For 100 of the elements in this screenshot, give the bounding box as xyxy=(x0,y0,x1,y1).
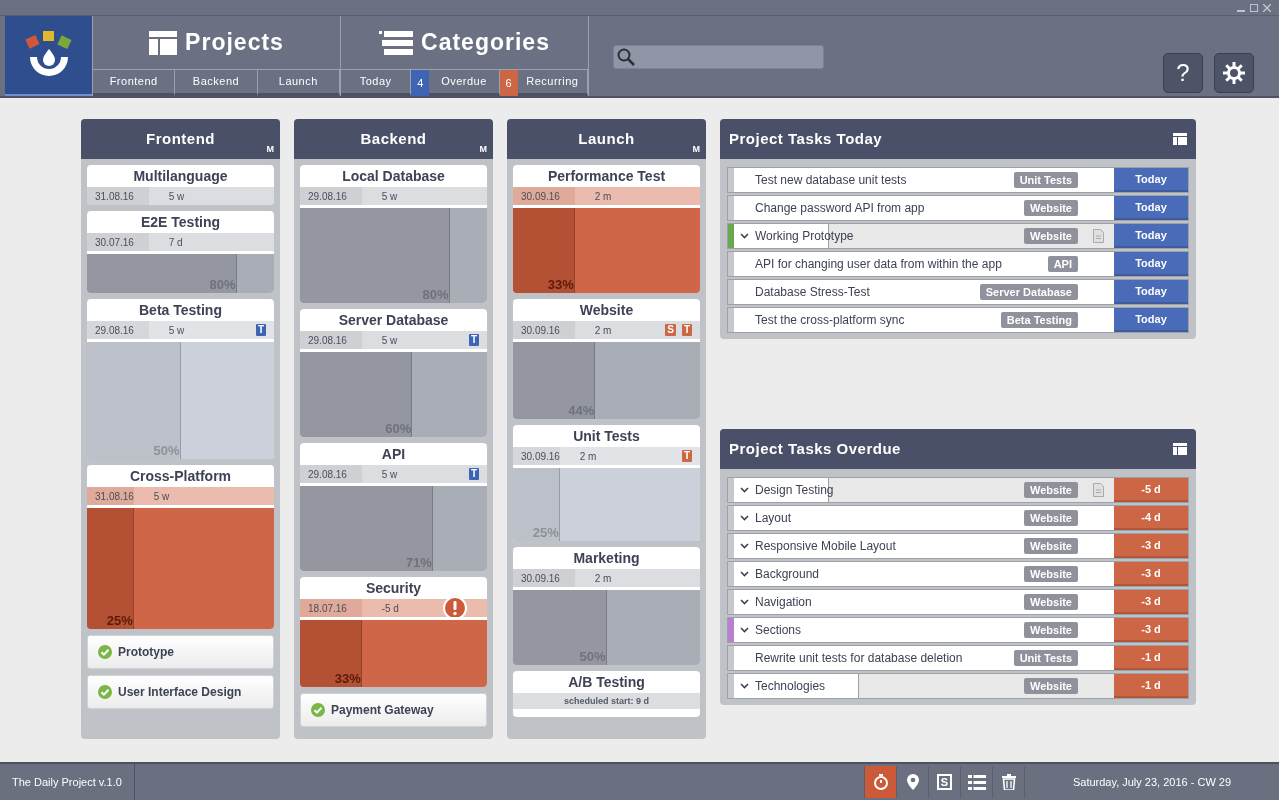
chevron-down-icon[interactable] xyxy=(740,627,749,633)
version-label: The Daily Project v.1.0 xyxy=(0,764,135,800)
toolbar-button[interactable] xyxy=(864,766,896,798)
chevron-down-icon[interactable] xyxy=(740,543,749,549)
duration: 7 d xyxy=(168,235,183,250)
search-field[interactable] xyxy=(613,45,824,69)
task-color-strip xyxy=(728,196,734,220)
task-row[interactable]: Change password API from app Website Today xyxy=(727,195,1189,221)
table-icon xyxy=(149,30,178,55)
due-date: 29.08.16 xyxy=(308,333,347,348)
location-pin-icon xyxy=(905,774,920,790)
project-title: Performance Test xyxy=(546,167,667,186)
due-date: 30.09.16 xyxy=(521,189,560,204)
task-row[interactable]: Test new database unit tests Unit Tests Today xyxy=(727,167,1189,193)
chevron-down-icon[interactable] xyxy=(740,683,749,689)
project-card[interactable]: Performance Test 30.09.16 2 m 33% xyxy=(513,165,700,293)
progress-percent: 25% xyxy=(106,613,134,629)
due-cell: Today xyxy=(1114,224,1188,248)
project-card[interactable]: Security 18.07.16 -5 d 33% xyxy=(300,577,487,687)
flag-badge: T xyxy=(468,468,479,480)
task-row[interactable]: Responsive Mobile Layout Website -3 d xyxy=(727,533,1189,559)
flag-badge: T xyxy=(468,334,479,346)
task-color-strip xyxy=(728,168,734,192)
task-color-strip xyxy=(728,252,734,276)
project-card[interactable]: Cross-Platform 31.08.16 5 w 25% xyxy=(87,465,274,629)
task-row[interactable]: Rewrite unit tests for database deletion Unit Tests -1 d xyxy=(727,645,1189,671)
due-cell: -3 d xyxy=(1114,534,1188,558)
chevron-down-icon[interactable] xyxy=(740,487,749,493)
app-logo[interactable] xyxy=(5,16,92,96)
task-row[interactable]: Technologies Website -1 d xyxy=(727,673,1189,699)
toolbar-button[interactable]: S xyxy=(928,766,960,798)
task-title: Test new database unit tests xyxy=(755,172,907,189)
filter-tab[interactable]: Backend xyxy=(175,70,258,96)
project-title: API xyxy=(380,445,407,464)
task-row[interactable]: Layout Website -4 d xyxy=(727,505,1189,531)
due-date: 29.08.16 xyxy=(308,467,347,482)
category-tag: Server Database xyxy=(979,284,1078,300)
count-badge: 4 xyxy=(411,70,430,96)
layout-icon[interactable] xyxy=(1173,443,1187,455)
layout-icon[interactable] xyxy=(1173,133,1187,145)
column-mode-label: M xyxy=(692,142,700,156)
project-card[interactable]: Multilanguage 31.08.16 5 w xyxy=(87,165,274,205)
project-title: E2E Testing xyxy=(139,213,222,232)
duration: 5 w xyxy=(381,333,398,348)
task-row[interactable]: Database Stress-Test Server Database Today xyxy=(727,279,1189,305)
due-cell: Today xyxy=(1114,168,1188,192)
due-cell: -3 d xyxy=(1114,618,1188,642)
duration: 2 m xyxy=(594,189,612,204)
project-title: A/B Testing xyxy=(567,673,646,692)
task-title: Responsive Mobile Layout xyxy=(755,538,896,555)
scheduled-project-card[interactable]: A/B Testing scheduled start: 9 d xyxy=(513,671,700,717)
filter-tab[interactable]: Frontend xyxy=(93,70,176,96)
section-tab[interactable]: Categories xyxy=(341,16,588,70)
task-row[interactable]: Design Testing Website -5 d xyxy=(727,477,1189,503)
due-cell: -3 d xyxy=(1114,562,1188,586)
task-row[interactable]: Working Prototype Website Today xyxy=(727,223,1189,249)
task-row[interactable]: Sections Website -3 d xyxy=(727,617,1189,643)
panel-title: Project Tasks Overdue xyxy=(729,438,902,459)
task-title: Database Stress-Test xyxy=(755,284,870,301)
due-cell: Today xyxy=(1114,280,1188,304)
category-tag: Unit Tests xyxy=(1013,172,1078,188)
chevron-down-icon[interactable] xyxy=(740,233,749,239)
category-tag: API xyxy=(1047,256,1078,272)
due-date: 30.09.16 xyxy=(521,323,560,338)
task-row[interactable]: Background Website -3 d xyxy=(727,561,1189,587)
chevron-down-icon[interactable] xyxy=(740,571,749,577)
schedule-note: scheduled start: 9 d xyxy=(513,693,700,709)
completed-project-card[interactable]: Payment Gateway xyxy=(300,693,487,727)
column-mode-label: M xyxy=(266,142,274,156)
task-row[interactable]: Navigation Website -3 d xyxy=(727,589,1189,615)
chevron-down-icon[interactable] xyxy=(740,599,749,605)
due-cell: Today xyxy=(1114,196,1188,220)
completed-project-card[interactable]: Prototype xyxy=(87,635,274,669)
help-button[interactable]: ? xyxy=(1163,53,1203,93)
category-tag: Website xyxy=(1024,538,1078,554)
task-title: Navigation xyxy=(755,594,812,611)
category-tag: Unit Tests xyxy=(1013,650,1078,666)
duration: 5 w xyxy=(381,467,398,482)
filter-tab[interactable]: Launch xyxy=(257,70,340,96)
duration: -5 d xyxy=(381,601,399,616)
list-icon xyxy=(967,774,986,790)
chevron-down-icon[interactable] xyxy=(740,515,749,521)
filter-tab[interactable]: Recurring xyxy=(517,70,588,96)
task-color-strip xyxy=(728,534,734,558)
maximize-icon[interactable] xyxy=(1250,3,1258,12)
stopwatch-icon xyxy=(872,774,889,790)
completed-project-card[interactable]: User Interface Design xyxy=(87,675,274,709)
task-row[interactable]: Test the cross-platform sync Beta Testing Today xyxy=(727,307,1189,333)
task-color-strip xyxy=(728,478,734,502)
settings-icon xyxy=(1222,61,1246,85)
duration: 2 m xyxy=(594,323,612,338)
progress-percent: 33% xyxy=(547,277,575,293)
close-icon[interactable] xyxy=(1263,3,1271,12)
section-tab[interactable]: Projects xyxy=(93,16,340,70)
duration: 2 m xyxy=(579,449,597,464)
settings-button[interactable] xyxy=(1214,53,1254,93)
task-row[interactable]: API for changing user data from within the app API Today xyxy=(727,251,1189,277)
task-title: Technologies xyxy=(755,678,826,695)
project-title: Multilanguage xyxy=(132,167,229,186)
due-cell: -4 d xyxy=(1114,506,1188,530)
